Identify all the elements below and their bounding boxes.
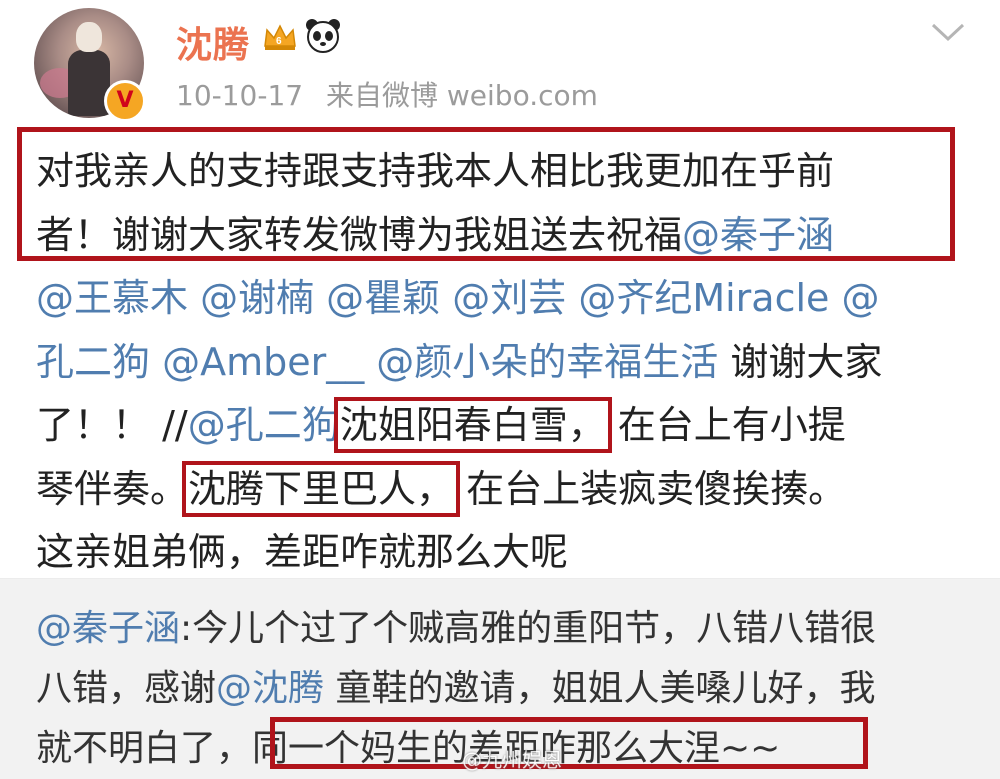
post-body: 对我亲人的支持跟支持我本人相比我更加在乎前 者！谢谢大家转发微博为我姐送去祝福@… (36, 140, 971, 585)
post-line: 对我亲人的支持跟支持我本人相比我更加在乎前 (36, 140, 971, 204)
username[interactable]: 沈腾 (176, 16, 250, 68)
post-text: 了！！ // (36, 403, 188, 447)
repost-text: 八错，感谢 (36, 668, 217, 709)
svg-text:6: 6 (276, 36, 282, 47)
highlight-box-repost (270, 717, 868, 769)
post-line: 孔二狗 @Amber__ @颜小朵的幸福生活 谢谢大家 (36, 331, 971, 395)
repost-text: 就不明白了， (36, 728, 253, 769)
post-text: 琴伴奏。 (36, 466, 189, 511)
chevron-down-icon[interactable] (930, 20, 966, 44)
post-text: 谢谢大家 (718, 339, 883, 384)
post-source[interactable]: 来自微博 weibo.com (326, 79, 598, 112)
repost-text: :今儿个过了个贼高雅的重阳节，八错八错很 (180, 608, 877, 649)
repost-line: 八错，感谢@沈腾 童鞋的邀请，姐姐人美嗓儿好，我 (36, 659, 971, 719)
post-text: 在台上装疯卖傻挨揍。 (454, 466, 847, 511)
panda-icon (306, 19, 340, 53)
crown-vip-icon[interactable]: 6 (262, 22, 298, 52)
mention-link[interactable]: @孔二狗 (188, 403, 340, 447)
post-line: 这亲姐弟俩，差距咋就那么大呢 (36, 521, 971, 585)
post-line: 琴伴奏。沈腾下里巴人， 在台上装疯卖傻挨揍。 (36, 458, 971, 522)
repost-line: @秦子涵:今儿个过了个贼高雅的重阳节，八错八错很 (36, 599, 971, 659)
post-date: 10-10-17 (176, 79, 304, 112)
watermark: @九州娱恩 (462, 748, 562, 772)
mention-link[interactable]: @秦子涵 (682, 213, 834, 257)
post-meta: 10-10-17 来自微博 weibo.com (176, 74, 612, 114)
mention-link[interactable]: @秦子涵 (36, 608, 180, 649)
mention-link[interactable]: @沈腾 (216, 668, 324, 709)
repost-text: 童鞋的邀请，姐姐人美嗓儿好，我 (324, 668, 876, 709)
verified-badge-icon: V (104, 80, 146, 122)
mention-link[interactable]: 孔二狗 @Amber__ @颜小朵的幸福生活 (36, 340, 718, 384)
post-text: 者！谢谢大家转发微博为我姐送去祝福 (36, 212, 683, 257)
post-header: V 沈腾 6 10-10-17 来自微博 weibo.com (0, 0, 1000, 122)
post-text: 这亲姐弟俩，差距咋就那么大呢 (36, 530, 569, 574)
post-line: @王慕木 @谢楠 @瞿颖 @刘芸 @齐纪Miracle @ (36, 267, 971, 331)
post-line: 者！谢谢大家转发微博为我姐送去祝福@秦子涵 (36, 204, 971, 268)
post-text: 在台上有小提 (605, 403, 846, 447)
post-text: 对我亲人的支持跟支持我本人相比我更加在乎前 (36, 149, 835, 193)
avatar-figure-head (76, 22, 102, 52)
highlighted-phrase: 沈腾下里巴人， (182, 460, 461, 517)
post-line: 了！！ //@孔二狗沈姐阳春白雪， 在台上有小提 (36, 394, 971, 458)
mention-link[interactable]: @王慕木 @谢楠 @瞿颖 @刘芸 @齐纪Miracle @ (36, 276, 879, 320)
highlighted-phrase: 沈姐阳春白雪， (333, 397, 612, 453)
